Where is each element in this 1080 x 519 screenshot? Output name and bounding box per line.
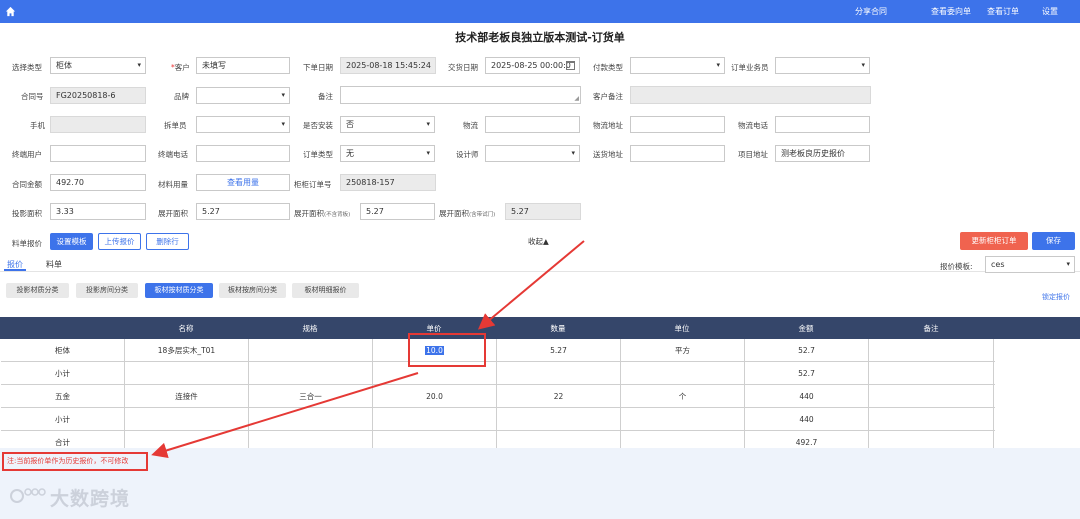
watermark-text: 大数跨境 [50, 488, 131, 510]
watermark-logo-icon [10, 488, 46, 503]
annotation-arrows [151, 240, 585, 459]
arrow-to-note [151, 372, 419, 459]
arrow-to-price [477, 240, 585, 330]
